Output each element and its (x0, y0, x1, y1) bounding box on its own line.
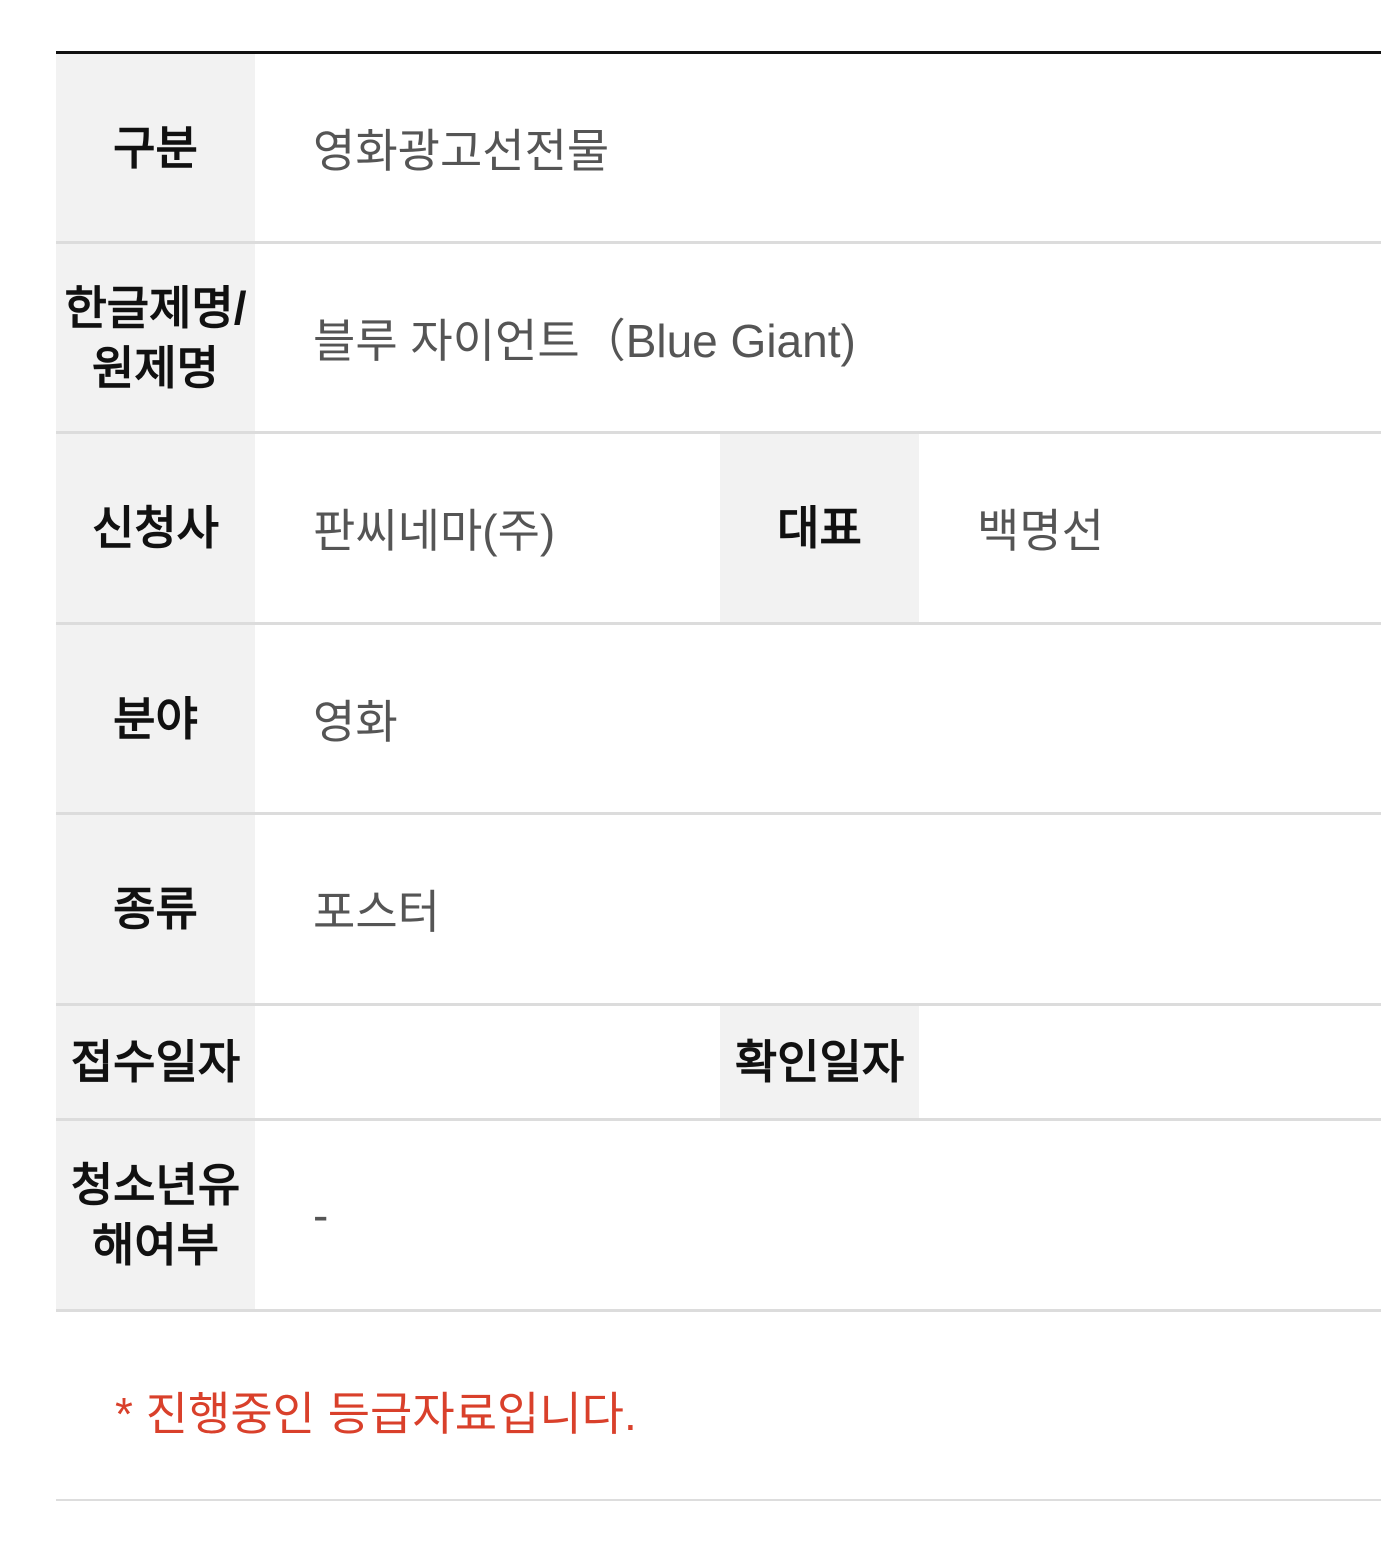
label-applicant: 신청사 (56, 434, 255, 622)
label-type: 종류 (56, 815, 255, 1003)
value-youth-harmful: - (313, 1189, 329, 1241)
row-category: 구분 영화광고선전물 (56, 54, 1381, 244)
row-youth-harmful: 청소년유해여부 - (56, 1121, 1381, 1312)
value-title: 블루 자이언트（Blue Giant) (313, 314, 856, 367)
divider (56, 1499, 1381, 1501)
row-type: 종류 포스터 (56, 815, 1381, 1006)
label-category: 구분 (56, 54, 255, 241)
value-type: 포스터 (313, 886, 440, 938)
row-dates: 접수일자 확인일자 (56, 1006, 1381, 1121)
row-title: 한글제명/원제명 블루 자이언트（Blue Giant) (56, 244, 1381, 434)
row-applicant: 신청사 판씨네마(주) 대표 백명선 (56, 434, 1381, 625)
value-received-date (255, 1006, 720, 1118)
label-field: 분야 (56, 625, 255, 812)
value-confirmed-date (919, 1006, 1381, 1118)
label-title: 한글제명/원제명 (56, 244, 255, 431)
row-field: 분야 영화 (56, 625, 1381, 815)
label-confirmed-date: 확인일자 (720, 1006, 919, 1118)
value-field: 영화 (313, 695, 398, 748)
rating-info-table: 구분 영화광고선전물 한글제명/원제명 블루 자이언트（Blue Giant) … (56, 51, 1381, 1312)
label-youth-harmful: 청소년유해여부 (56, 1121, 255, 1309)
in-progress-note: * 진행중인 등급자료입니다. (115, 1388, 637, 1440)
value-category: 영화광고선전물 (313, 124, 610, 177)
value-representative: 백명선 (977, 505, 1104, 557)
value-applicant: 판씨네마(주) (313, 505, 556, 557)
label-representative: 대표 (720, 434, 919, 622)
label-received-date: 접수일자 (56, 1006, 255, 1118)
